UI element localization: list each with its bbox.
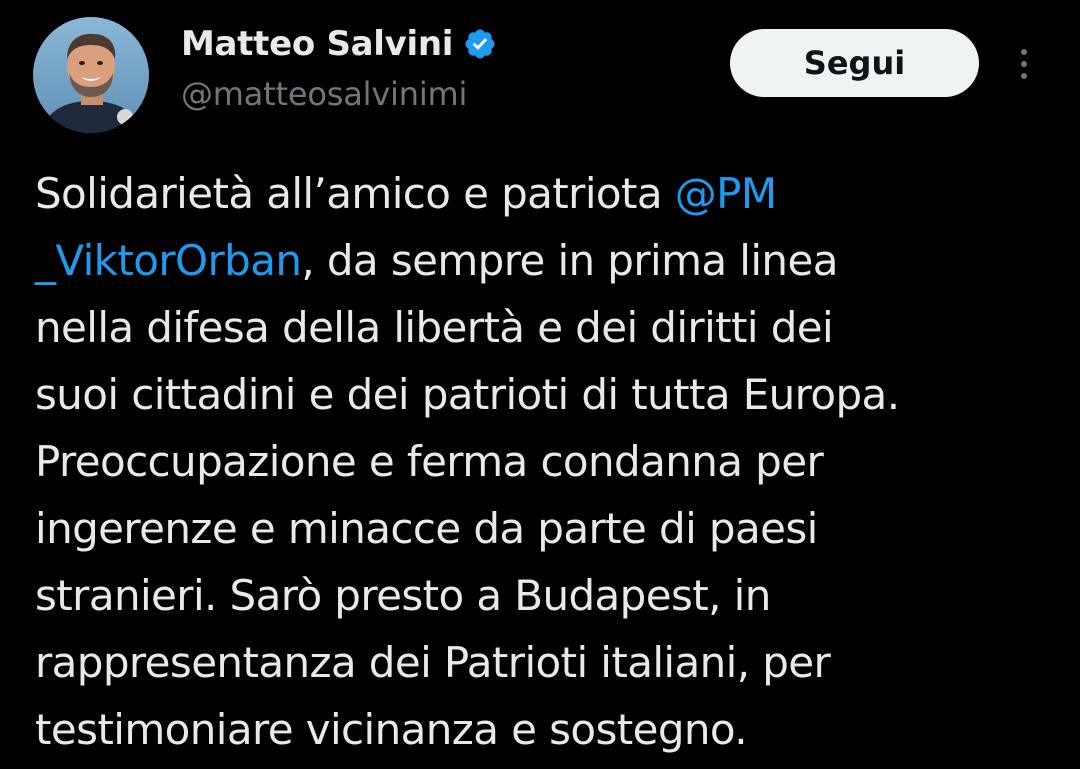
tweet-text-segment: Preoccupazione e ferma condanna per (35, 437, 824, 486)
tweet-text-segment: nella difesa della libertà e dei diritti… (35, 303, 834, 352)
more-dot (1021, 61, 1027, 67)
tweet-text-line: _ViktorOrban, da sempre in prima linea (35, 227, 1045, 294)
avatar[interactable] (33, 17, 149, 133)
tweet-text-segment: ingerenze e minacce da parte di paesi (35, 504, 818, 553)
more-dot (1021, 73, 1027, 79)
tweet-text-line: suoi cittadini e dei patrioti di tutta E… (35, 361, 1045, 428)
mention-link[interactable]: _ViktorOrban (35, 236, 302, 285)
tweet-text-line: ingerenze e minacce da parte di paesi (35, 495, 1045, 562)
more-dot (1021, 49, 1027, 55)
author-name[interactable]: Matteo Salvini (181, 24, 453, 64)
tweet-text-segment: , da sempre in prima linea (301, 236, 838, 285)
tweet-text-segment: Solidarietà all’amico e patriota (35, 169, 675, 218)
verified-badge-icon (463, 27, 497, 61)
tweet-text-line: testimoniare vicinanza e sostegno. (35, 696, 1045, 763)
tweet-text-segment: stranieri. Sarò presto a Budapest, in (35, 571, 771, 620)
tweet-text-segment: suoi cittadini e dei patrioti di tutta E… (35, 370, 900, 419)
tweet-container: Matteo Salvini @matteosalvinimi Segui So… (0, 0, 1080, 769)
author-name-row: Matteo Salvini (181, 24, 497, 64)
avatar-image (33, 17, 149, 133)
mention-link[interactable]: @PM (675, 169, 777, 218)
tweet-text-line: nella difesa della libertà e dei diritti… (35, 294, 1045, 361)
follow-button[interactable]: Segui (730, 29, 979, 97)
tweet-text-line: rappresentanza dei Patrioti italiani, pe… (35, 629, 1045, 696)
tweet-text-line: Solidarietà all’amico e patriota @PM (35, 160, 1045, 227)
tweet-text-line: Preoccupazione e ferma condanna per (35, 428, 1045, 495)
tweet-text-line: stranieri. Sarò presto a Budapest, in (35, 562, 1045, 629)
tweet-text: Solidarietà all’amico e patriota @PM _Vik… (35, 160, 1045, 763)
author-handle[interactable]: @matteosalvinimi (181, 75, 467, 113)
more-options-icon[interactable] (1008, 40, 1040, 88)
tweet-text-segment: testimoniare vicinanza e sostegno. (35, 705, 748, 754)
tweet-text-segment: rappresentanza dei Patrioti italiani, pe… (35, 638, 831, 687)
